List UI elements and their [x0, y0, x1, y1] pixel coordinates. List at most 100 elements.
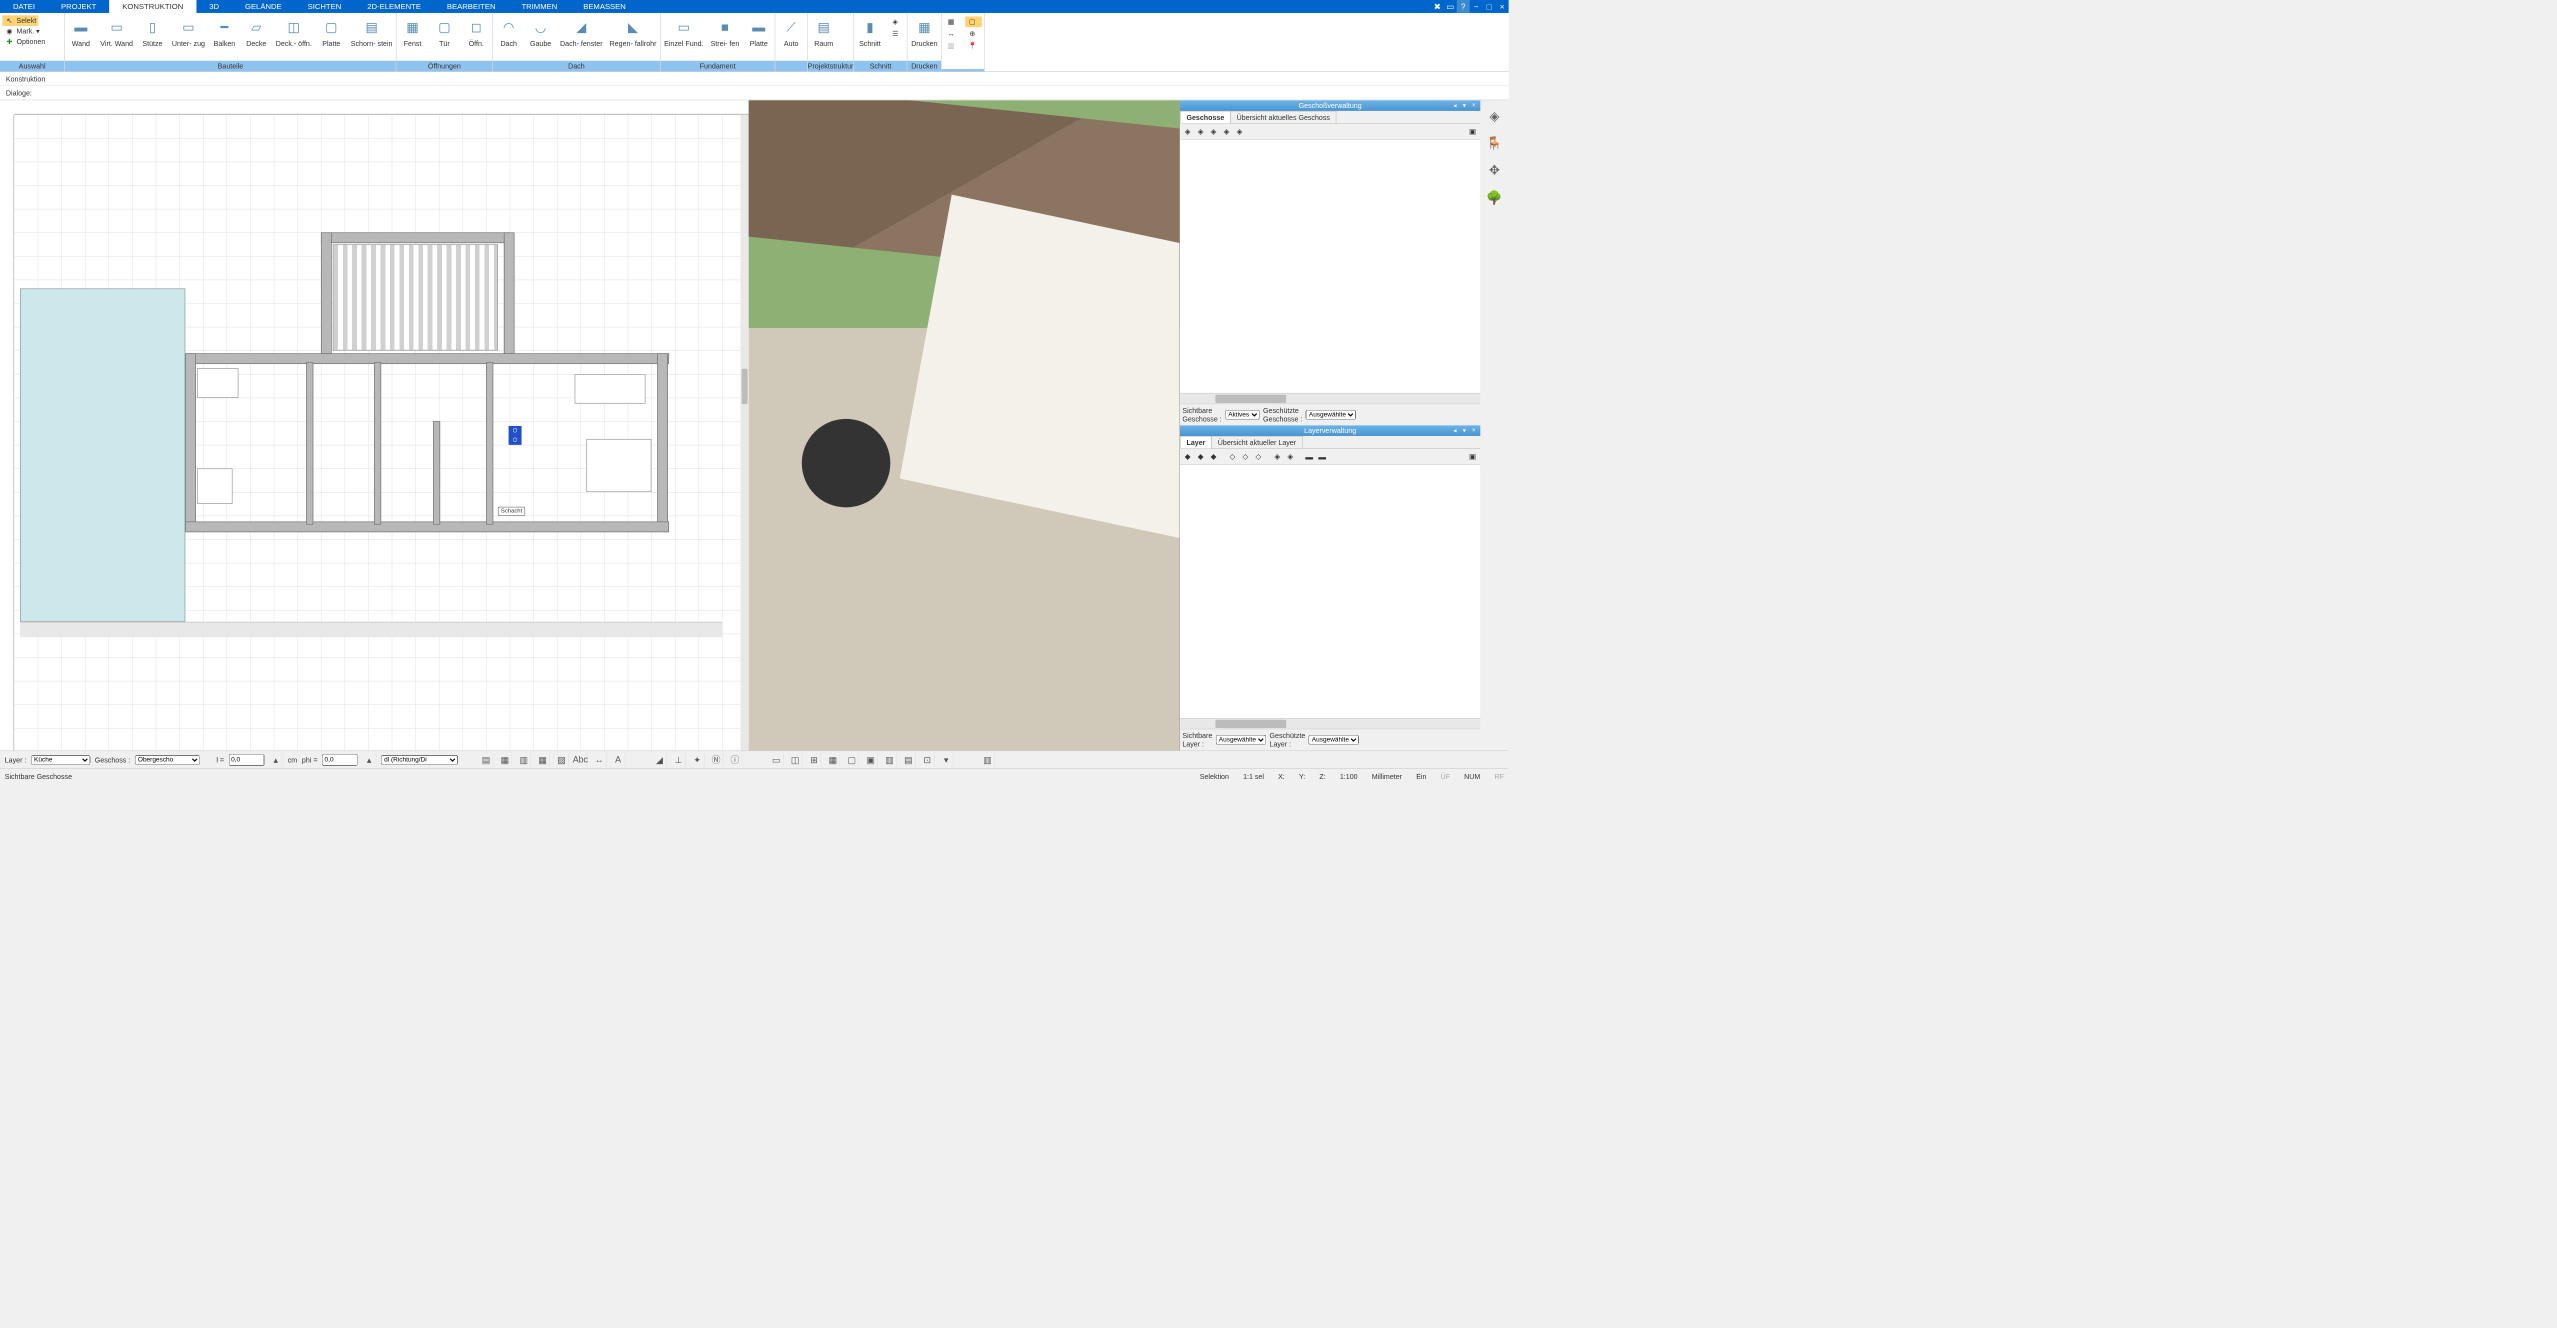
tab-geschosse[interactable]: Geschosse: [1180, 111, 1231, 123]
panel-dock-icon[interactable]: ▾: [1460, 101, 1468, 109]
target-icon[interactable]: ✥: [1484, 160, 1504, 180]
sichtbare-geschosse-select[interactable]: Aktives: [1225, 410, 1259, 419]
menu-gelaende[interactable]: GELÄNDE: [232, 0, 295, 13]
view6-icon[interactable]: ▣: [864, 753, 878, 767]
view2-icon[interactable]: ◫: [788, 753, 802, 767]
panel-min-icon[interactable]: ◂: [1451, 426, 1459, 434]
stepper-up-icon[interactable]: ▴: [269, 753, 283, 767]
info-icon[interactable]: ⓘ: [728, 753, 742, 767]
view5-icon[interactable]: ▢: [845, 753, 859, 767]
papierformat-button[interactable]: ▦: [944, 17, 961, 28]
menu-3d[interactable]: 3D: [196, 0, 232, 13]
dropdown-icon[interactable]: ▾: [939, 753, 953, 767]
a-icon[interactable]: A: [611, 753, 625, 767]
regen-fallrohr-button[interactable]: ◣Regen- fallrohr: [606, 15, 660, 48]
layer-tool-icon[interactable]: ◈: [1285, 451, 1296, 462]
align-center-icon[interactable]: ▦: [498, 753, 512, 767]
maximize-icon[interactable]: □: [1483, 0, 1496, 13]
floors-tool-icon[interactable]: ◈: [1234, 126, 1245, 137]
menu-bemassen[interactable]: BEMASSEN: [570, 0, 639, 13]
raum-button[interactable]: ▮Schnitt: [854, 15, 886, 48]
raum-button[interactable]: ▤Raum: [808, 15, 840, 48]
raender-button[interactable]: ▢: [965, 17, 982, 28]
unter-zug-button[interactable]: ▭Unter- zug: [168, 15, 208, 48]
floors-tool-icon[interactable]: ◈: [1221, 126, 1232, 137]
menu-konstruktion[interactable]: KONSTRUKTION: [109, 0, 196, 13]
view3-icon[interactable]: ⊞: [807, 753, 821, 767]
layer-tool-icon[interactable]: ◆: [1195, 451, 1206, 462]
gaube-button[interactable]: ◡Gaube: [525, 15, 557, 48]
floors-tool-icon[interactable]: ◈: [1195, 126, 1206, 137]
-ffn--button[interactable]: ◻Öffn.: [460, 15, 492, 48]
collapse-icon[interactable]: ▣: [1467, 126, 1478, 137]
tree-icon[interactable]: 🌳: [1484, 188, 1504, 208]
tab-uebersicht-layer[interactable]: Übersicht aktueller Layer: [1211, 436, 1302, 448]
deck-ffn--button[interactable]: ◫Deck.- öffn.: [272, 15, 315, 48]
layer-tool-icon[interactable]: ◇: [1253, 451, 1264, 462]
dach-button[interactable]: ◠Dach: [493, 15, 525, 48]
l-input[interactable]: [229, 754, 264, 766]
floors-tool-icon[interactable]: ◈: [1182, 126, 1193, 137]
minimize-icon[interactable]: −: [1470, 0, 1483, 13]
splitter-handle[interactable]: [740, 114, 748, 750]
geschoss-select[interactable]: Obergescho: [135, 755, 200, 764]
geschuetzte-layer-select[interactable]: Ausgewählte: [1309, 735, 1359, 744]
virt-wand-button[interactable]: ▭Virt. Wand: [97, 15, 137, 48]
view7-icon[interactable]: ▥: [883, 753, 897, 767]
panel-close-icon[interactable]: ×: [1470, 426, 1478, 434]
platte-button[interactable]: ▢Platte: [315, 15, 347, 48]
mehrere-seiten-button[interactable]: ▥: [944, 40, 961, 51]
layers-hscroll[interactable]: [1180, 718, 1480, 729]
hscroll-2d[interactable]: [20, 622, 722, 637]
layer-tool-icon[interactable]: ◇: [1227, 451, 1238, 462]
text-icon[interactable]: Abc: [574, 753, 588, 767]
layer-tool-icon[interactable]: ▬: [1317, 451, 1328, 462]
view9-icon[interactable]: ⊡: [920, 753, 934, 767]
t-r-button[interactable]: ▢Tür: [428, 15, 460, 48]
tool-icon[interactable]: ✖: [1431, 0, 1444, 13]
mark-button[interactable]: ◉Mark. ▾: [2, 26, 42, 37]
ortho-icon[interactable]: ⊥: [671, 753, 685, 767]
wand-button[interactable]: ▬Wand: [65, 15, 97, 48]
menu-projekt[interactable]: PROJEKT: [48, 0, 109, 13]
layer-dropdown[interactable]: ◈: [888, 17, 905, 28]
hatch-icon[interactable]: ▨: [555, 753, 569, 767]
panel-close-icon[interactable]: ×: [1470, 101, 1478, 109]
menu-2delemente[interactable]: 2D-ELEMENTE: [354, 0, 434, 13]
balken-button[interactable]: ━Balken: [209, 15, 241, 48]
menu-trimmen[interactable]: TRIMMEN: [508, 0, 570, 13]
layer-tool-icon[interactable]: ◆: [1182, 451, 1193, 462]
north-icon[interactable]: Ⓝ: [709, 753, 723, 767]
tab-layer[interactable]: Layer: [1180, 436, 1212, 448]
floors-tool-icon[interactable]: ◈: [1208, 126, 1219, 137]
geschoss-dropdown[interactable]: ☰: [888, 28, 905, 39]
section-icon[interactable]: ◢: [653, 753, 667, 767]
decke-button[interactable]: ▱Decke: [240, 15, 272, 48]
collapse-icon[interactable]: ▣: [1467, 451, 1478, 462]
panel-min-icon[interactable]: ◂: [1451, 101, 1459, 109]
menu-datei[interactable]: DATEI: [0, 0, 48, 13]
options-button[interactable]: ✚Optionen: [2, 37, 47, 48]
layer-tool-icon[interactable]: ◇: [1240, 451, 1251, 462]
schorn-stein-button[interactable]: ▤Schorn- stein: [347, 15, 396, 48]
phi-input[interactable]: [322, 754, 357, 766]
layer-tool-icon[interactable]: ▬: [1304, 451, 1315, 462]
save-view-icon[interactable]: ▥: [981, 753, 995, 767]
chair-icon[interactable]: 🪑: [1484, 133, 1504, 153]
strei-fen-button[interactable]: ■Strei- fen: [707, 15, 743, 48]
tab-uebersicht-geschoss[interactable]: Übersicht aktuelles Geschoss: [1230, 111, 1336, 123]
schnitt-button[interactable]: ▦Drucken: [908, 15, 941, 48]
einheit-button[interactable]: ↔: [944, 28, 961, 39]
drawing-canvas[interactable]: Schacht ○○: [14, 114, 740, 750]
align-right-icon[interactable]: ▥: [517, 753, 531, 767]
grid-icon[interactable]: ▦: [536, 753, 550, 767]
pos-reset-button[interactable]: 📍: [965, 40, 982, 51]
fenst-button[interactable]: ▦Fenst: [397, 15, 429, 48]
sichtbare-layer-select[interactable]: Ausgewählte: [1216, 735, 1266, 744]
help-icon[interactable]: ?: [1457, 0, 1470, 13]
dl-select[interactable]: dl (Richtung/Di: [381, 755, 458, 764]
floors-hscroll[interactable]: [1180, 393, 1480, 404]
layers-icon[interactable]: ◈: [1484, 106, 1504, 126]
select-button[interactable]: ↖Selekt: [2, 15, 38, 26]
close-icon[interactable]: ×: [1496, 0, 1509, 13]
